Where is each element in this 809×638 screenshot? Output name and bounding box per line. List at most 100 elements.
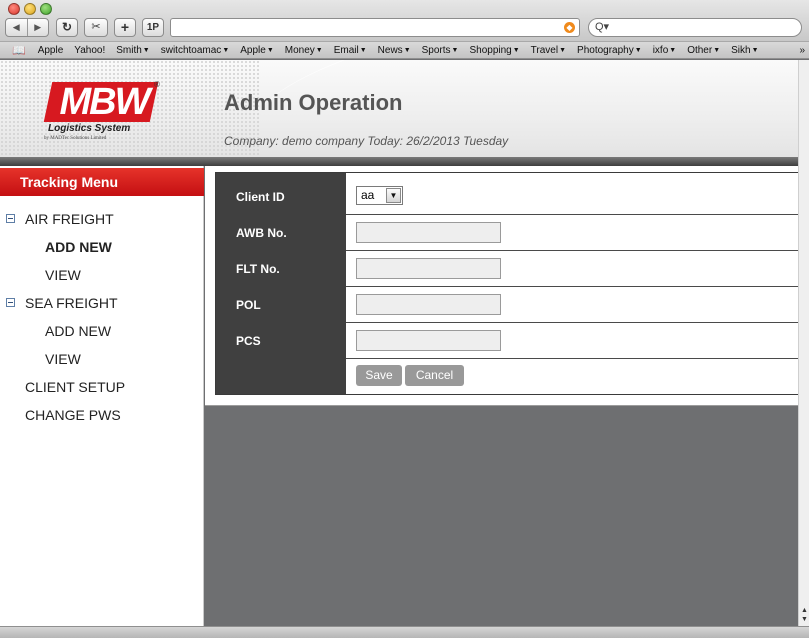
tracking-menu-title: Tracking Menu	[0, 168, 204, 196]
bookmark-folder-switchtoamac[interactable]: switchtoamac▼	[161, 45, 230, 56]
client-id-selected-value: aa	[361, 188, 375, 202]
window-zoom-button[interactable]	[40, 3, 52, 15]
back-forward-control: ◀ ▶	[5, 18, 49, 37]
address-bar[interactable]: ◆	[170, 18, 580, 37]
onepassword-label: 1P	[146, 22, 160, 33]
cancel-button[interactable]: Cancel	[405, 365, 464, 386]
sidebar-item-label: SEA FREIGHT	[25, 295, 118, 311]
row-divider	[346, 358, 800, 359]
sidebar-item-air-add-new[interactable]: ADD NEW	[0, 236, 204, 258]
window-close-button[interactable]	[8, 3, 20, 15]
bookmark-folder-apple[interactable]: Apple▼	[240, 45, 274, 56]
chevron-down-icon: ▼	[222, 46, 230, 54]
bookmark-folder-ixfo[interactable]: ixfo▼	[653, 45, 677, 56]
chevron-down-icon: ▼	[634, 46, 642, 54]
forward-icon[interactable]: ▶	[28, 19, 49, 36]
chevron-down-icon: ▼	[713, 46, 721, 54]
browser-toolbar: ◀ ▶ ↻ ✂ + 1P ◆ Q▾	[0, 0, 809, 42]
collapse-icon[interactable]	[6, 298, 15, 307]
client-id-select[interactable]: aa ▼	[356, 186, 403, 205]
chevron-down-icon: ▼	[669, 46, 677, 54]
bookmark-folder-money[interactable]: Money▼	[285, 45, 323, 56]
chevron-down-icon: ▼	[266, 46, 274, 54]
bookmark-folder-email[interactable]: Email▼	[334, 45, 367, 56]
bookmark-folder-travel[interactable]: Travel▼	[531, 45, 566, 56]
bookmark-folder-shopping[interactable]: Shopping▼	[469, 45, 519, 56]
row-divider	[346, 250, 800, 251]
sidebar-item-sea-add-new[interactable]: ADD NEW	[0, 320, 204, 342]
sidebar-item-sea-view[interactable]: VIEW	[0, 348, 204, 370]
chevron-down-icon: ▼	[451, 46, 459, 54]
scroll-arrows: ▲ ▼	[800, 606, 809, 624]
air-freight-form: Client ID aa ▼ AWB No. FLT No. POL PCS S…	[215, 172, 800, 395]
header-divider-bar	[0, 157, 809, 166]
search-input[interactable]: Q▾	[588, 18, 802, 37]
onepassword-button[interactable]: 1P	[142, 18, 164, 37]
bookmark-folder-other[interactable]: Other▼	[687, 45, 720, 56]
logo-subtitle: Logistics System	[48, 123, 131, 134]
bookmarks-overflow-button[interactable]: »	[799, 45, 805, 56]
logo-wordmark: MBW	[59, 81, 151, 123]
back-icon[interactable]: ◀	[6, 19, 28, 36]
sidebar: Tracking Menu AIR FREIGHT ADD NEW VIEW S…	[0, 166, 204, 626]
window-minimize-button[interactable]	[24, 3, 36, 15]
sidebar-item-sea-freight[interactable]: SEA FREIGHT	[0, 292, 204, 314]
bookmark-folder-sports[interactable]: Sports▼	[422, 45, 459, 56]
bookmarks-bar: 📖 Apple Yahoo! Smith▼ switchtoamac▼ Appl…	[0, 42, 809, 59]
scroll-up-icon[interactable]: ▲	[800, 606, 809, 615]
logo-registered-mark: ®	[154, 80, 160, 89]
row-divider	[346, 214, 800, 215]
flt-no-input[interactable]	[356, 258, 501, 279]
bookmark-yahoo[interactable]: Yahoo!	[74, 45, 105, 56]
add-bookmark-button[interactable]: +	[114, 18, 136, 37]
sidebar-item-label: VIEW	[45, 267, 81, 283]
company-date-line: Company: demo company Today: 26/2/2013 T…	[224, 134, 509, 148]
sidebar-item-air-freight[interactable]: AIR FREIGHT	[0, 208, 204, 230]
client-id-label: Client ID	[236, 190, 285, 204]
chevron-down-icon: ▼	[386, 188, 401, 203]
search-icon: Q▾	[595, 21, 610, 33]
bookmark-apple[interactable]: Apple	[38, 45, 64, 56]
scroll-down-icon[interactable]: ▼	[800, 615, 809, 624]
pcs-label: PCS	[236, 334, 261, 348]
row-divider	[346, 286, 800, 287]
sidebar-item-label: VIEW	[45, 351, 81, 367]
chevron-down-icon: ▼	[559, 46, 567, 54]
scissors-icon: ✂	[91, 21, 101, 33]
bookmark-folder-smith[interactable]: Smith▼	[116, 45, 150, 56]
awb-no-label: AWB No.	[236, 226, 287, 240]
reload-icon: ↻	[61, 20, 73, 34]
chevron-down-icon: ▼	[315, 46, 323, 54]
pol-label: POL	[236, 298, 261, 312]
plus-icon: +	[120, 19, 130, 35]
sidebar-item-label: CLIENT SETUP	[25, 379, 126, 395]
bookmark-folder-news[interactable]: News▼	[378, 45, 411, 56]
company-logo: MBW ® Logistics System by MADTec Solutio…	[43, 80, 160, 152]
chevron-down-icon: ▼	[403, 46, 411, 54]
snapshot-button[interactable]: ✂	[84, 18, 108, 37]
chevron-down-icon: ▼	[359, 46, 367, 54]
collapse-icon[interactable]	[6, 214, 15, 223]
sidebar-item-label: CHANGE PWS	[25, 407, 121, 423]
form-label-column	[216, 173, 346, 394]
pcs-input[interactable]	[356, 330, 501, 351]
sidebar-item-change-pws[interactable]: CHANGE PWS	[0, 404, 204, 426]
reload-button[interactable]: ↻	[56, 18, 78, 37]
bookmarks-book-icon[interactable]: 📖	[12, 44, 26, 57]
bookmark-folder-sikh[interactable]: Sikh▼	[731, 45, 758, 56]
bookmark-folder-photography[interactable]: Photography▼	[577, 45, 642, 56]
sidebar-item-air-view[interactable]: VIEW	[0, 264, 204, 286]
chevron-down-icon: ▼	[512, 46, 520, 54]
main-content: Client ID aa ▼ AWB No. FLT No. POL PCS S…	[205, 166, 809, 406]
page-header: MBW ® Logistics System by MADTec Solutio…	[0, 60, 809, 157]
sidebar-item-client-setup[interactable]: CLIENT SETUP	[0, 376, 204, 398]
rss-icon[interactable]: ◆	[564, 22, 575, 33]
sidebar-item-label: ADD NEW	[45, 239, 112, 255]
vertical-scrollbar[interactable]: ▲ ▼	[798, 60, 809, 626]
pol-input[interactable]	[356, 294, 501, 315]
row-divider	[346, 322, 800, 323]
sidebar-item-label: AIR FREIGHT	[25, 211, 114, 227]
awb-no-input[interactable]	[356, 222, 501, 243]
save-button[interactable]: Save	[356, 365, 402, 386]
status-bar	[0, 626, 809, 638]
